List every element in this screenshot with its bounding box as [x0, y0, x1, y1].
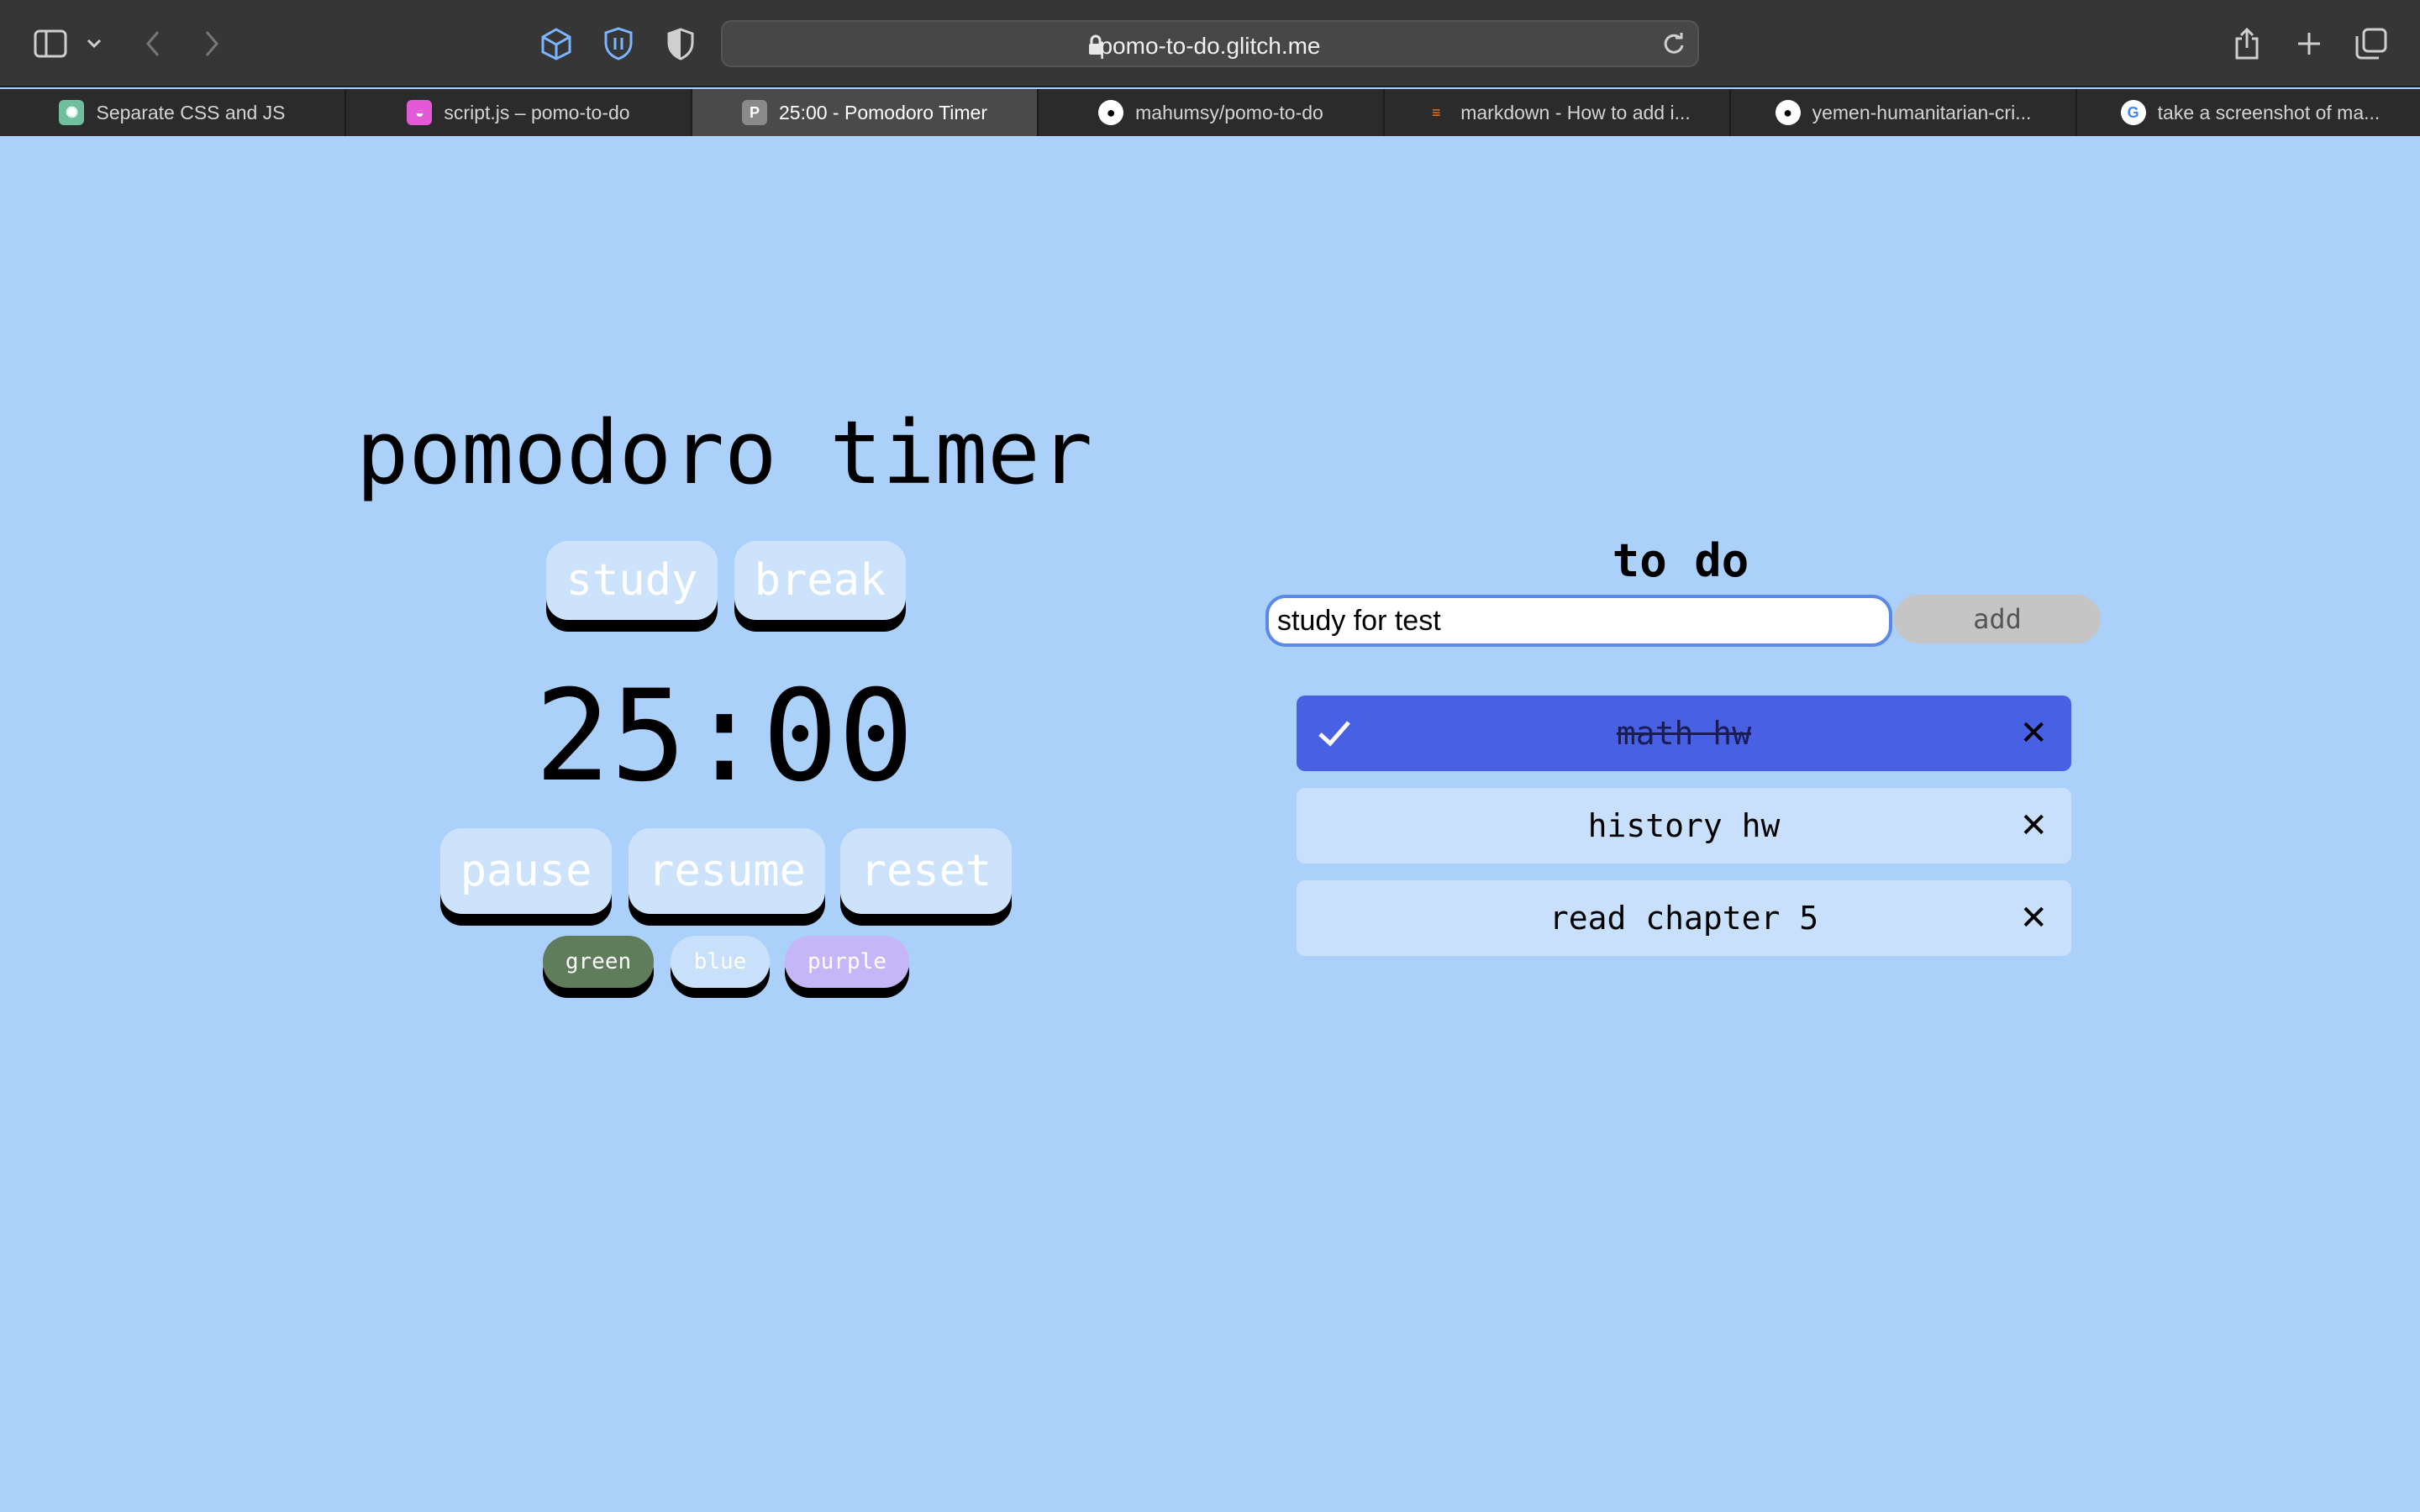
tab-overview-icon[interactable]	[2351, 24, 2391, 64]
tab-script-js[interactable]: ◒ script.js – pomo-to-do	[346, 89, 692, 136]
chatgpt-icon: ✺	[59, 100, 85, 125]
tab-label: markdown - How to add i...	[1460, 101, 1691, 123]
tab-separate-css-js[interactable]: ✺ Separate CSS and JS	[0, 89, 346, 136]
page-title: pomodoro timer	[355, 402, 1093, 504]
back-icon[interactable]	[133, 24, 173, 64]
tab-label: script.js – pomo-to-do	[444, 101, 630, 123]
tab-pomodoro-timer[interactable]: P 25:00 - Pomodoro Timer	[692, 89, 1039, 136]
check-icon	[1318, 721, 1350, 747]
tab-label: Separate CSS and JS	[96, 101, 286, 123]
github-icon: ●	[1775, 100, 1801, 125]
timer-display: 25:00	[534, 664, 914, 810]
browser-toolbar: pomo-to-do.glitch.me	[0, 0, 2420, 87]
tab-github-repo[interactable]: ● mahumsy/pomo-to-do	[1039, 89, 1385, 136]
extension-cube-icon[interactable]	[536, 24, 576, 64]
stackoverflow-icon: ≡	[1431, 103, 1441, 121]
resume-button[interactable]: resume	[629, 828, 825, 914]
break-mode-button[interactable]: break	[734, 541, 906, 620]
tab-bar: ✺ Separate CSS and JS ◒ script.js – pomo…	[0, 89, 2420, 136]
address-bar[interactable]: pomo-to-do.glitch.me	[721, 20, 1699, 67]
p-letter-icon: P	[741, 100, 767, 125]
todo-item[interactable]: history hw ✕	[1297, 788, 2071, 864]
github-icon: ●	[1098, 100, 1124, 125]
close-icon[interactable]: ✕	[2019, 714, 2048, 753]
tab-label: yemen-humanitarian-cri...	[1812, 101, 2032, 123]
share-icon[interactable]	[2227, 24, 2267, 64]
add-button[interactable]: add	[1894, 595, 2101, 643]
todo-item[interactable]: math hw ✕	[1297, 696, 2071, 771]
forward-icon[interactable]	[192, 24, 232, 64]
reload-icon[interactable]	[1662, 32, 1686, 60]
tab-google-search[interactable]: G take a screenshot of ma...	[2077, 89, 2420, 136]
study-mode-button[interactable]: study	[546, 541, 718, 620]
reset-button[interactable]: reset	[840, 828, 1012, 914]
shield-extension-icon[interactable]	[598, 24, 639, 64]
privacy-shield-icon[interactable]	[660, 24, 701, 64]
todo-item-text: math hw	[1616, 715, 1752, 752]
url-text: pomo-to-do.glitch.me	[1099, 33, 1321, 59]
tab-label: mahumsy/pomo-to-do	[1135, 101, 1323, 123]
tab-label: 25:00 - Pomodoro Timer	[778, 101, 987, 123]
theme-blue-button[interactable]: blue	[671, 936, 770, 988]
glitch-icon: ◒	[407, 100, 433, 125]
theme-purple-button[interactable]: purple	[785, 936, 909, 988]
theme-green-button[interactable]: green	[543, 936, 654, 988]
close-icon[interactable]: ✕	[2019, 806, 2048, 845]
google-icon: G	[2120, 100, 2146, 125]
todo-input[interactable]	[1265, 595, 1892, 647]
new-tab-icon[interactable]	[2289, 24, 2329, 64]
pause-button[interactable]: pause	[440, 828, 612, 914]
tab-label: take a screenshot of ma...	[2157, 101, 2381, 123]
tab-github-yemen[interactable]: ● yemen-humanitarian-cri...	[1731, 89, 2077, 136]
tab-stackoverflow[interactable]: ≡ markdown - How to add i...	[1385, 89, 1731, 136]
sidebar-toggle-icon[interactable]	[30, 24, 71, 64]
todo-item-text: read chapter 5	[1549, 900, 1819, 937]
todo-title: to do	[1612, 534, 1749, 587]
chevron-down-icon[interactable]	[77, 24, 111, 64]
close-icon[interactable]: ✕	[2019, 899, 2048, 937]
todo-item-text: history hw	[1587, 807, 1781, 844]
todo-item[interactable]: read chapter 5 ✕	[1297, 880, 2071, 956]
